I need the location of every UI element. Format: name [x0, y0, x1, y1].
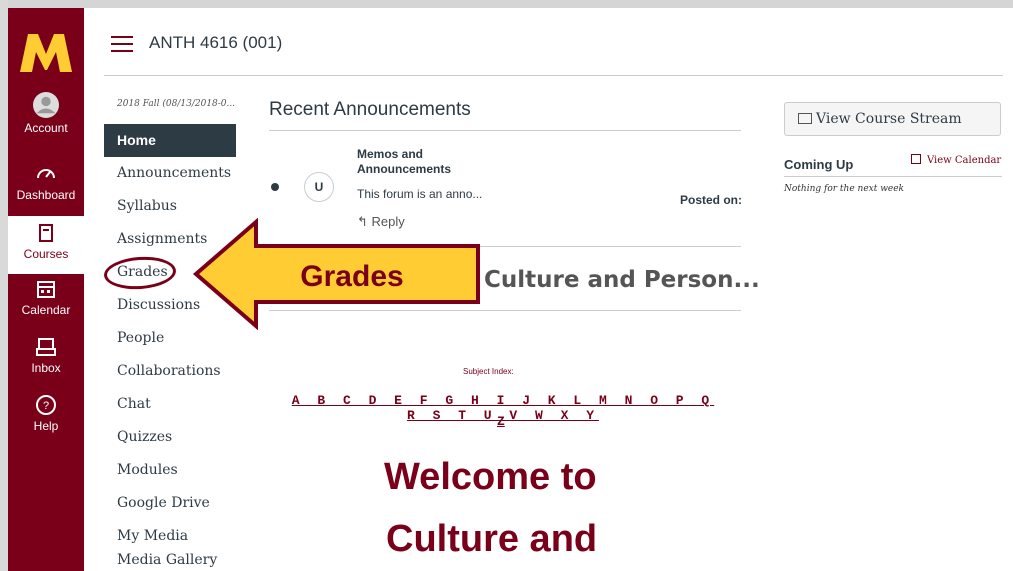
course-nav-quizzes[interactable]: Quizzes [104, 421, 236, 454]
global-navigation: Account Dashboard Courses Calendar Inbox… [8, 8, 84, 571]
account-icon [33, 92, 59, 118]
announcement-subject-link[interactable]: Memos and Announcements [357, 147, 467, 177]
nav-courses[interactable]: Courses [8, 216, 84, 274]
course-nav-chat[interactable]: Chat [104, 388, 236, 421]
avatar[interactable]: U [304, 172, 334, 202]
subject-index-label: Subject Index: [463, 367, 514, 376]
course-nav-google-drive[interactable]: Google Drive [104, 487, 236, 520]
window-frame-top [8, 0, 1013, 8]
alphabet-index-z-link[interactable]: Z [497, 414, 505, 429]
grades-callout-arrow: Grades [192, 218, 480, 330]
window-frame-left [0, 0, 8, 571]
course-nav-announcements[interactable]: Announcements [104, 157, 236, 190]
view-calendar-label: View Calendar [927, 155, 1002, 166]
coming-up-heading: Coming Up [784, 157, 854, 172]
announcement-posted-on: Posted on: [680, 193, 742, 207]
stream-icon [798, 113, 812, 124]
welcome-heading-line1: Welcome to [384, 456, 597, 498]
nav-dashboard-label: Dashboard [16, 188, 76, 202]
nav-inbox-label: Inbox [31, 361, 61, 375]
unread-dot-icon [271, 183, 279, 191]
nav-calendar[interactable]: Calendar [8, 278, 84, 336]
view-course-stream-button[interactable]: View Course Stream [784, 102, 1001, 136]
dashboard-icon [37, 169, 55, 179]
course-nav-collaborations[interactable]: Collaborations [104, 355, 236, 388]
nav-dashboard[interactable]: Dashboard [8, 163, 84, 221]
course-nav-modules[interactable]: Modules [104, 454, 236, 487]
announcements-top-divider [269, 130, 741, 131]
nav-account[interactable]: Account [8, 92, 84, 150]
calendar-icon [37, 281, 55, 298]
course-term: 2018 Fall (08/13/2018-0... [117, 99, 236, 109]
nav-account-label: Account [24, 121, 68, 135]
help-icon: ? [36, 395, 56, 415]
hamburger-menu-icon[interactable] [111, 36, 133, 52]
nav-help[interactable]: ? Help [8, 394, 84, 452]
page-title: Culture and Person... [484, 267, 760, 293]
announcement-preview: This forum is an anno... [357, 187, 483, 201]
university-logo[interactable] [16, 28, 76, 78]
course-nav-media-gallery[interactable]: Media Gallery [104, 553, 236, 567]
header-divider [104, 75, 1003, 76]
calendar-small-icon [911, 154, 921, 164]
view-course-stream-label: View Course Stream [816, 111, 962, 127]
nav-courses-label: Courses [23, 247, 69, 261]
course-nav-my-media[interactable]: My Media [104, 520, 236, 553]
nav-calendar-label: Calendar [21, 303, 71, 317]
coming-up-empty-message: Nothing for the next week [784, 184, 905, 194]
course-navigation: Home Announcements Syllabus Assignments … [104, 124, 236, 567]
recent-announcements-heading: Recent Announcements [269, 99, 471, 120]
svg-text:?: ? [43, 400, 49, 412]
view-calendar-link[interactable]: View Calendar [911, 154, 1001, 166]
course-nav-home[interactable]: Home [104, 124, 236, 157]
nav-help-label: Help [33, 419, 59, 433]
grades-callout-label: Grades [300, 260, 403, 293]
inbox-icon [36, 338, 56, 356]
courses-icon [39, 224, 53, 242]
nav-inbox[interactable]: Inbox [8, 336, 84, 394]
course-title-breadcrumb[interactable]: ANTH 4616 (001) [149, 33, 282, 53]
welcome-heading-line2: Culture and [386, 518, 598, 560]
coming-up-divider [784, 176, 1002, 177]
